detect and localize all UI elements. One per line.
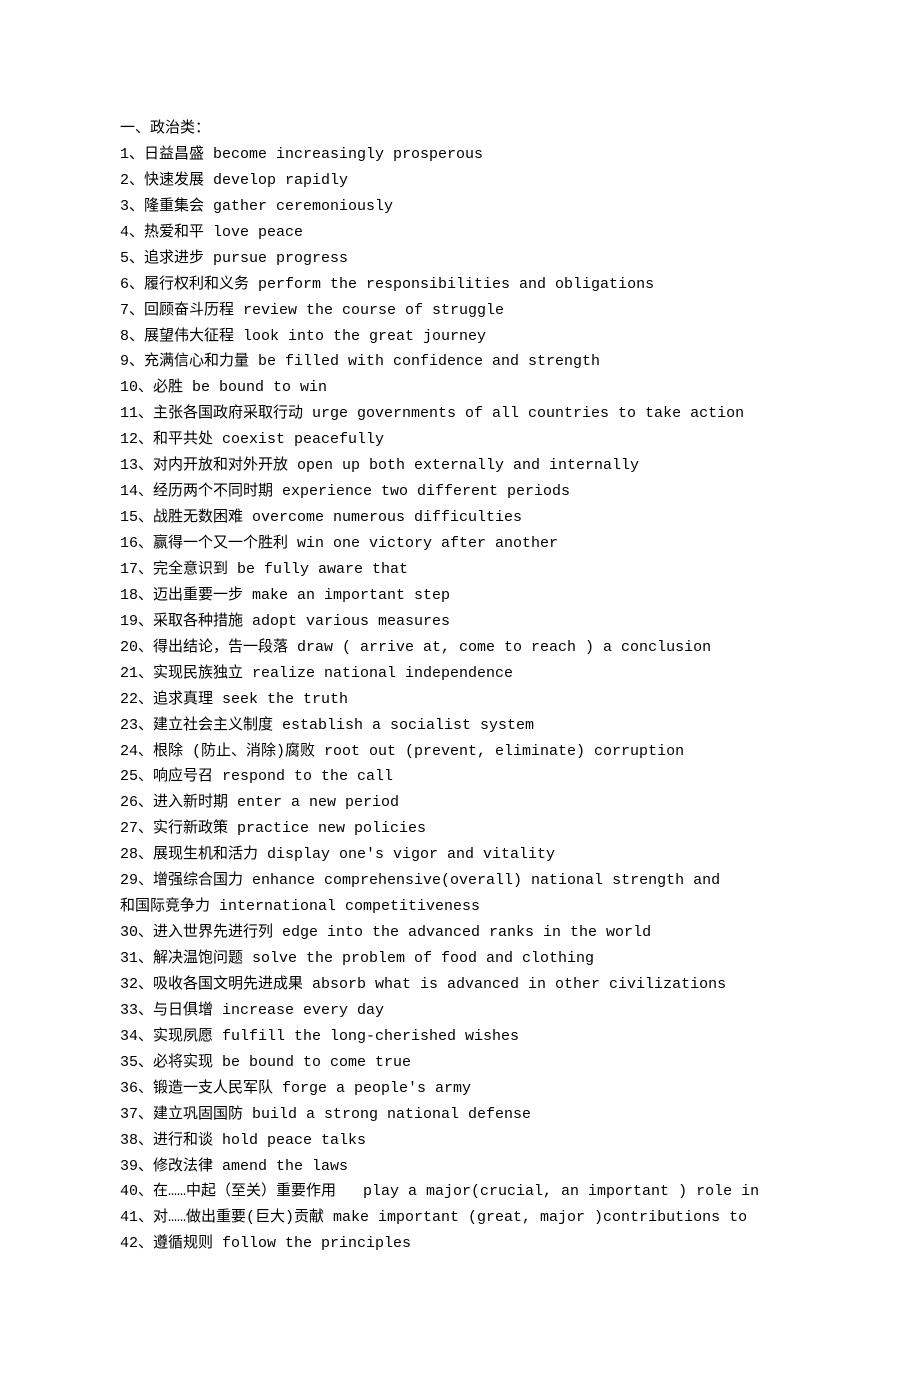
list-item: 3、隆重集会 gather ceremoniously <box>120 194 800 220</box>
list-item: 29、增强综合国力 enhance comprehensive(overall)… <box>120 868 800 894</box>
list-item: 39、修改法律 amend the laws <box>120 1154 800 1180</box>
list-item: 34、实现夙愿 fulfill the long-cherished wishe… <box>120 1024 800 1050</box>
list-item: 38、进行和谈 hold peace talks <box>120 1128 800 1154</box>
list-item: 30、进入世界先进行列 edge into the advanced ranks… <box>120 920 800 946</box>
list-item: 16、赢得一个又一个胜利 win one victory after anoth… <box>120 531 800 557</box>
list-item: 21、实现民族独立 realize national independence <box>120 661 800 687</box>
list-item: 2、快速发展 develop rapidly <box>120 168 800 194</box>
list-item: 4、热爱和平 love peace <box>120 220 800 246</box>
list-item: 7、回顾奋斗历程 review the course of struggle <box>120 298 800 324</box>
list-item: 33、与日俱增 increase every day <box>120 998 800 1024</box>
list-item: 1、日益昌盛 become increasingly prosperous <box>120 142 800 168</box>
items-list: 1、日益昌盛 become increasingly prosperous2、快… <box>120 142 800 1257</box>
list-item: 23、建立社会主义制度 establish a socialist system <box>120 713 800 739</box>
list-item: 24、根除 (防止、消除)腐败 root out (prevent, elimi… <box>120 739 800 765</box>
list-item: 22、追求真理 seek the truth <box>120 687 800 713</box>
list-item: 35、必将实现 be bound to come true <box>120 1050 800 1076</box>
list-item: 20、得出结论，告一段落 draw ( arrive at, come to r… <box>120 635 800 661</box>
list-item: 10、必胜 be bound to win <box>120 375 800 401</box>
list-item: 32、吸收各国文明先进成果 absorb what is advanced in… <box>120 972 800 998</box>
list-item: 17、完全意识到 be fully aware that <box>120 557 800 583</box>
list-item: 41、对……做出重要(巨大)贡献 make important (great, … <box>120 1205 800 1231</box>
list-item: 19、采取各种措施 adopt various measures <box>120 609 800 635</box>
section-heading: 一、政治类： <box>120 116 800 142</box>
list-item: 14、经历两个不同时期 experience two different per… <box>120 479 800 505</box>
list-item: 25、响应号召 respond to the call <box>120 764 800 790</box>
list-item: 8、展望伟大征程 look into the great journey <box>120 324 800 350</box>
list-item: 13、对内开放和对外开放 open up both externally and… <box>120 453 800 479</box>
list-item: 12、和平共处 coexist peacefully <box>120 427 800 453</box>
list-item: 40、在……中起（至关）重要作用 play a major(crucial, a… <box>120 1179 800 1205</box>
list-item: 6、履行权利和义务 perform the responsibilities a… <box>120 272 800 298</box>
list-item: 31、解决温饱问题 solve the problem of food and … <box>120 946 800 972</box>
list-item: 42、遵循规则 follow the principles <box>120 1231 800 1257</box>
list-item: 5、追求进步 pursue progress <box>120 246 800 272</box>
list-item: 27、实行新政策 practice new policies <box>120 816 800 842</box>
list-item: 15、战胜无数困难 overcome numerous difficulties <box>120 505 800 531</box>
list-item: 26、进入新时期 enter a new period <box>120 790 800 816</box>
list-item: 11、主张各国政府采取行动 urge governments of all co… <box>120 401 800 427</box>
list-item: 37、建立巩固国防 build a strong national defens… <box>120 1102 800 1128</box>
list-item: 36、锻造一支人民军队 forge a people's army <box>120 1076 800 1102</box>
list-item: 和国际竞争力 international competitiveness <box>120 894 800 920</box>
document-page: 一、政治类： 1、日益昌盛 become increasingly prospe… <box>0 0 920 1377</box>
list-item: 28、展现生机和活力 display one's vigor and vital… <box>120 842 800 868</box>
list-item: 18、迈出重要一步 make an important step <box>120 583 800 609</box>
list-item: 9、充满信心和力量 be filled with confidence and … <box>120 349 800 375</box>
